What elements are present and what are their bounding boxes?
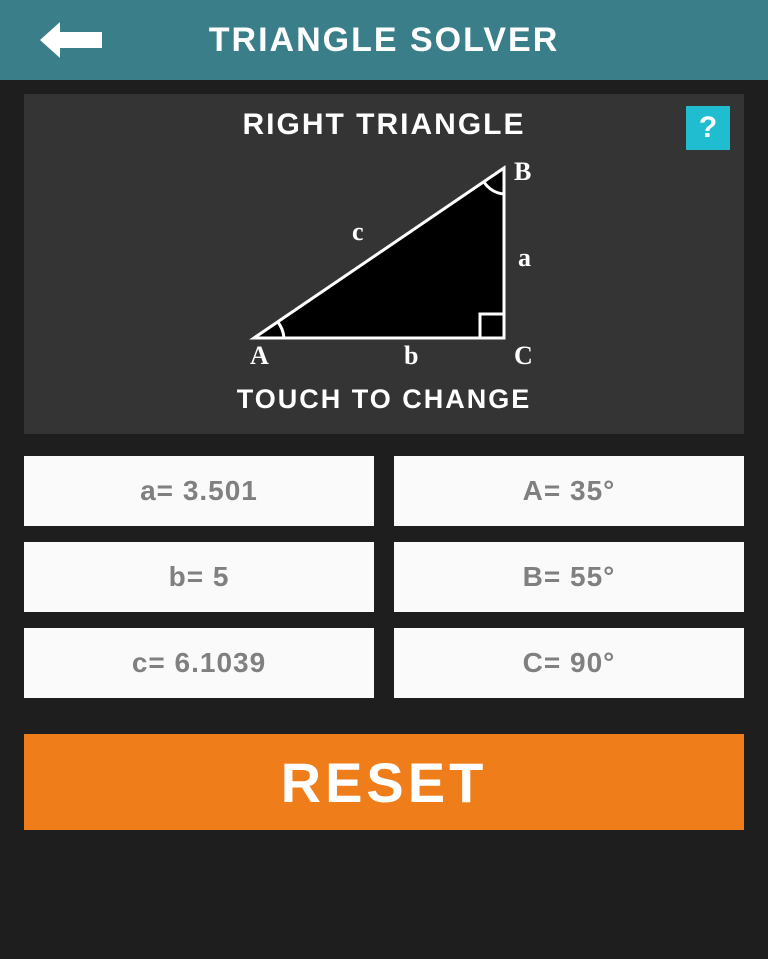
vertex-b-label: B <box>514 157 531 186</box>
value-cell-A[interactable]: A= 35° <box>394 456 744 526</box>
vertex-a-label: A <box>250 341 269 370</box>
value-text-b: b= 5 <box>169 561 230 593</box>
value-cell-B[interactable]: B= 55° <box>394 542 744 612</box>
value-cell-c[interactable]: c= 6.1039 <box>24 628 374 698</box>
value-cell-a[interactable]: a= 3.501 <box>24 456 374 526</box>
reset-button[interactable]: RESET <box>24 734 744 830</box>
app-header: TRIANGLE SOLVER <box>0 0 768 80</box>
value-text-c: c= 6.1039 <box>132 647 266 679</box>
panel-title: RIGHT TRIANGLE <box>40 108 728 142</box>
side-a-label: a <box>518 243 531 272</box>
app-title: TRIANGLE SOLVER <box>0 21 768 60</box>
values-grid: a= 3.501 A= 35° b= 5 B= 55° c= 6.1039 C=… <box>24 456 744 698</box>
value-text-A: A= 35° <box>523 475 616 507</box>
value-text-C: C= 90° <box>523 647 616 679</box>
value-text-a: a= 3.501 <box>140 475 258 507</box>
value-text-B: B= 55° <box>523 561 616 593</box>
panel-subtitle: TOUCH TO CHANGE <box>40 384 728 415</box>
back-arrow-icon[interactable] <box>34 18 108 62</box>
help-icon: ? <box>699 111 717 145</box>
reset-label: RESET <box>281 750 488 815</box>
side-b-label: b <box>404 341 418 370</box>
vertex-c-label: C <box>514 341 533 370</box>
value-cell-C[interactable]: C= 90° <box>394 628 744 698</box>
main-content: RIGHT TRIANGLE ? A B C c a b <box>0 80 768 959</box>
triangle-panel[interactable]: RIGHT TRIANGLE ? A B C c a b <box>24 94 744 434</box>
triangle-diagram: A B C c a b <box>40 148 728 378</box>
help-button[interactable]: ? <box>686 106 730 150</box>
value-cell-b[interactable]: b= 5 <box>24 542 374 612</box>
side-c-label: c <box>352 217 364 246</box>
